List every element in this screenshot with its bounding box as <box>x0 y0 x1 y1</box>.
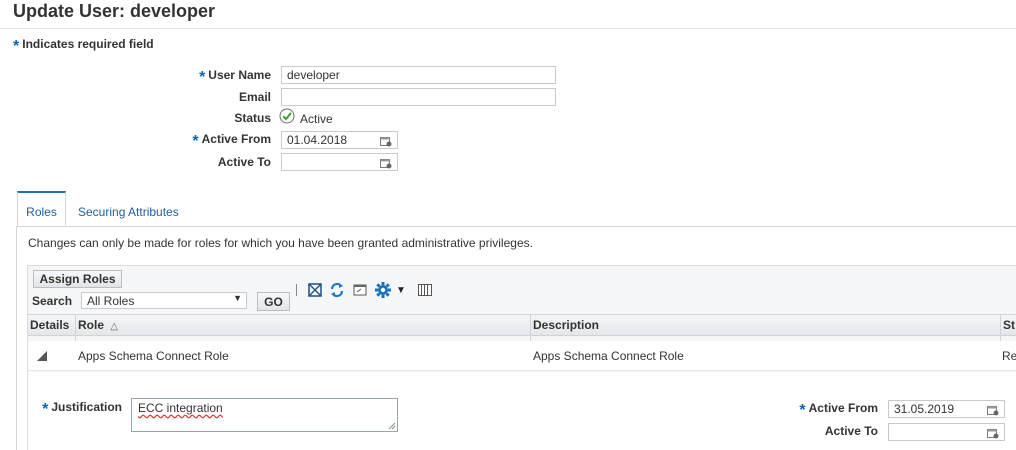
active-from-label: * Active From <box>192 132 271 150</box>
chevron-down-icon: ▼ <box>233 293 242 303</box>
user-name-label: * User Name <box>199 68 271 86</box>
export-icon[interactable] <box>352 282 368 303</box>
description-cell: Apps Schema Connect Role <box>533 349 684 363</box>
collapse-details-icon[interactable] <box>36 349 48 367</box>
email-label: Email <box>238 90 271 104</box>
required-star: * <box>13 38 20 55</box>
toolbar-separator <box>296 284 297 296</box>
status-label: Status <box>234 111 271 125</box>
required-field-note: * Indicates required field <box>13 35 154 55</box>
page-title: Update User: developer <box>13 1 216 21</box>
column-description: Description <box>533 318 600 332</box>
chevron-down-icon[interactable]: ▼ <box>396 285 406 296</box>
title-divider <box>0 28 1016 29</box>
tab-securing-attributes[interactable]: Securing Attributes <box>78 205 179 219</box>
column-details: Details <box>30 318 70 332</box>
search-label: Search <box>32 294 73 308</box>
calendar-icon[interactable] <box>987 403 999 421</box>
justification-value: ECC integration <box>138 401 223 415</box>
detail-active-from-label: * Active From <box>799 401 878 419</box>
go-button[interactable]: GO <box>257 292 290 311</box>
gear-icon[interactable] <box>375 282 391 303</box>
status-cell: Re <box>1002 349 1016 363</box>
justification-label: * Justification <box>42 400 122 418</box>
panel-border <box>16 226 17 450</box>
check-circle-icon <box>279 108 295 124</box>
table-header <box>28 314 1016 336</box>
active-to-label: Active To <box>217 155 271 169</box>
column-status: St <box>1003 318 1015 332</box>
role-cell: Apps Schema Connect Role <box>78 349 229 363</box>
search-select[interactable]: All Roles ▼ <box>81 292 247 309</box>
detail-active-to-label: Active To <box>824 424 878 438</box>
justification-textarea[interactable]: ECC integration <box>131 398 398 432</box>
detach-icon[interactable] <box>307 282 323 303</box>
calendar-icon[interactable] <box>987 426 999 444</box>
required-note-text: Indicates required field <box>22 37 154 51</box>
email-input[interactable] <box>281 88 556 106</box>
column-role[interactable]: Role △ <box>78 318 118 332</box>
sort-ascending-icon[interactable]: △ <box>110 321 118 332</box>
columns-icon[interactable] <box>417 282 433 303</box>
resize-handle-icon[interactable] <box>388 422 396 430</box>
user-name-input[interactable]: developer <box>281 66 556 84</box>
refresh-icon[interactable] <box>329 282 345 303</box>
tab-roles[interactable]: Roles <box>17 191 66 226</box>
search-select-value: All Roles <box>87 294 135 308</box>
privileges-info: Changes can only be made for roles for w… <box>28 236 533 250</box>
assign-roles-button[interactable]: Assign Roles <box>33 270 122 288</box>
calendar-icon[interactable] <box>380 134 392 152</box>
calendar-icon[interactable] <box>380 156 392 174</box>
status-value: Active <box>300 112 333 126</box>
